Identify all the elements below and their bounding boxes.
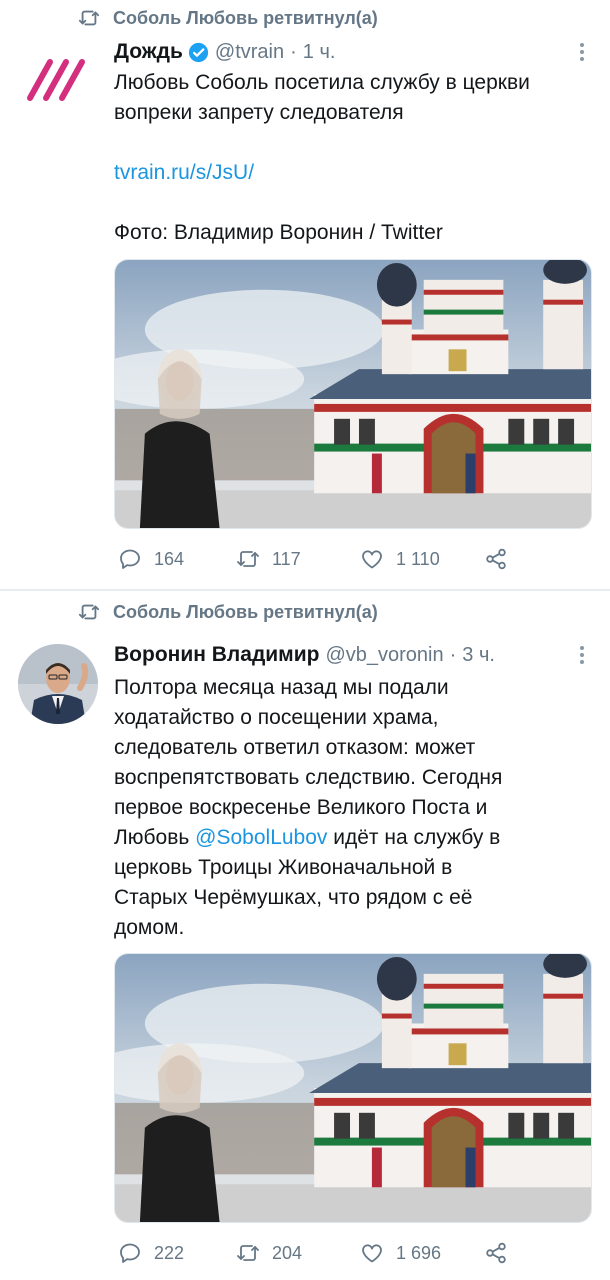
author-name[interactable]: Воронин Владимир: [114, 643, 319, 667]
like-button[interactable]: 1 696: [360, 1238, 441, 1268]
share-button[interactable]: [484, 544, 508, 574]
tweet-photo[interactable]: [114, 953, 592, 1223]
tweet-text-line: Любовь Соболь посетила службу в церкви: [114, 71, 530, 94]
separator-dot: ·: [290, 40, 297, 63]
photo-credit: Фото: Владимир Воронин / Twitter: [114, 221, 443, 244]
reply-button[interactable]: 164: [118, 544, 184, 574]
retweet-icon: [237, 1245, 259, 1261]
tweet-text-part: Полтора месяца назад мы подали ходатайст…: [114, 676, 503, 849]
retweet-context: Соболь Любовь ретвитнул(а): [78, 3, 378, 33]
reply-icon: [120, 549, 140, 569]
avatar[interactable]: [18, 644, 98, 724]
more-vertical-icon[interactable]: [570, 40, 594, 64]
author-name[interactable]: Дождь: [114, 40, 183, 64]
retweet-count: 204: [272, 1242, 303, 1263]
tweet-actions: 222 204 1 696: [114, 1238, 594, 1268]
share-icon: [486, 548, 506, 570]
tweet-actions: 164 117 1 110: [114, 544, 594, 574]
tweet[interactable]: Соболь Любовь ретвитнул(а) Воронин Влади…: [0, 592, 610, 1280]
author-handle[interactable]: @vb_voronin: [325, 644, 443, 667]
reply-count: 222: [154, 1242, 185, 1263]
reply-button[interactable]: 222: [118, 1238, 184, 1268]
more-vertical-icon[interactable]: [570, 643, 594, 667]
tweet-text-line: вопреки запрету следователя: [114, 101, 404, 124]
share-button[interactable]: [484, 1238, 508, 1268]
reply-count: 164: [154, 548, 185, 569]
tweet-photo[interactable]: [114, 259, 592, 529]
avatar[interactable]: [18, 40, 98, 120]
separator-dot: ·: [449, 643, 457, 666]
retweet-count: 117: [272, 548, 301, 569]
retweet-icon: [78, 10, 100, 26]
like-count: 1 110: [396, 548, 440, 569]
user-avatar-photo: [18, 644, 98, 724]
reply-icon: [120, 1243, 140, 1263]
retweet-button[interactable]: 117: [236, 544, 301, 574]
tweet-time[interactable]: 1 ч.: [303, 41, 336, 64]
retweeted-by-label: Соболь Любовь ретвитнул(а): [113, 7, 378, 28]
author-handle[interactable]: @tvrain: [215, 41, 284, 64]
heart-icon: [362, 1244, 382, 1263]
tweet-header: Дождь @tvrain · 1 ч.: [114, 36, 335, 68]
retweeted-by-label: Соболь Любовь ретвитнул(а): [113, 601, 378, 622]
retweet-icon: [237, 551, 259, 567]
tweet-divider: [0, 589, 610, 591]
heart-icon: [362, 550, 382, 569]
tweet-link[interactable]: tvrain.ru/s/JsU/: [114, 161, 254, 184]
retweet-button[interactable]: 204: [236, 1238, 302, 1268]
church-photo: [115, 954, 591, 1222]
user-mention[interactable]: @SobolLubov: [195, 826, 327, 849]
tweet-header: Воронин Владимир @vb_voronin · 3 ч.: [114, 639, 495, 671]
tweet[interactable]: Соболь Любовь ретвитнул(а) Дождь @tvrain…: [0, 0, 610, 590]
dozhd-logo: [27, 59, 85, 101]
tweet-time[interactable]: 3 ч.: [462, 644, 495, 667]
retweet-context: Соболь Любовь ретвитнул(а): [78, 597, 378, 627]
church-photo: [115, 260, 591, 528]
retweet-icon: [78, 604, 100, 620]
verified-badge-icon: [188, 42, 209, 62]
tweet-text: Любовь Соболь посетила службу в церкви в…: [114, 68, 594, 248]
like-button[interactable]: 1 110: [360, 544, 440, 574]
tweet-text: Полтора месяца назад мы подали ходатайст…: [114, 673, 594, 943]
share-icon: [486, 1242, 506, 1264]
like-count: 1 696: [396, 1242, 442, 1263]
